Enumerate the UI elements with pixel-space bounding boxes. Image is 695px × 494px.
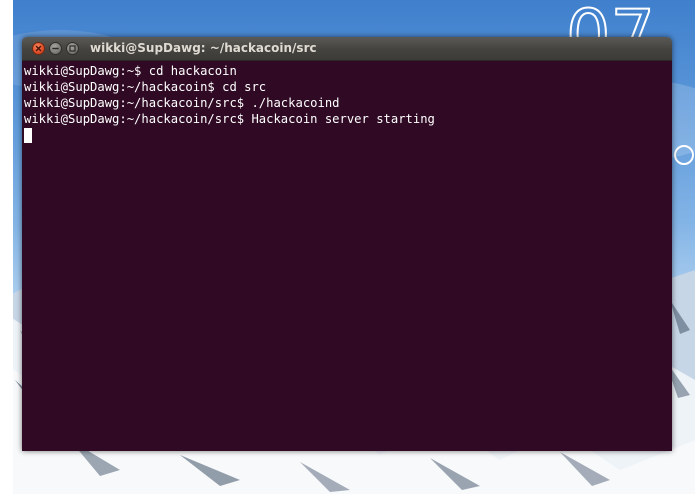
terminal-line: wikki@SupDawg:~/hackacoin/src$ Hackacoin… <box>24 112 435 126</box>
terminal-window[interactable]: wikki@SupDawg: ~/hackacoin/src wikki@Sup… <box>22 37 672 451</box>
terminal-line: wikki@SupDawg:~$ cd hackacoin <box>24 64 237 78</box>
text-cursor <box>24 128 32 143</box>
close-button[interactable] <box>32 42 45 55</box>
close-icon <box>35 45 42 52</box>
terminal-line: wikki@SupDawg:~/hackacoin$ cd src <box>24 80 267 94</box>
maximize-button[interactable] <box>66 42 79 55</box>
minimize-icon <box>52 47 59 50</box>
window-titlebar[interactable]: wikki@SupDawg: ~/hackacoin/src <box>22 37 672 61</box>
window-title: wikki@SupDawg: ~/hackacoin/src <box>90 41 317 55</box>
terminal-area[interactable]: wikki@SupDawg:~$ cd hackacoin wikki@SupD… <box>22 61 672 451</box>
maximize-icon <box>69 45 76 52</box>
terminal-line: wikki@SupDawg:~/hackacoin/src$ ./hackaco… <box>24 96 340 110</box>
desktop-edge <box>0 0 13 494</box>
minimize-button[interactable] <box>49 42 62 55</box>
terminal-cursor-line <box>24 127 672 143</box>
